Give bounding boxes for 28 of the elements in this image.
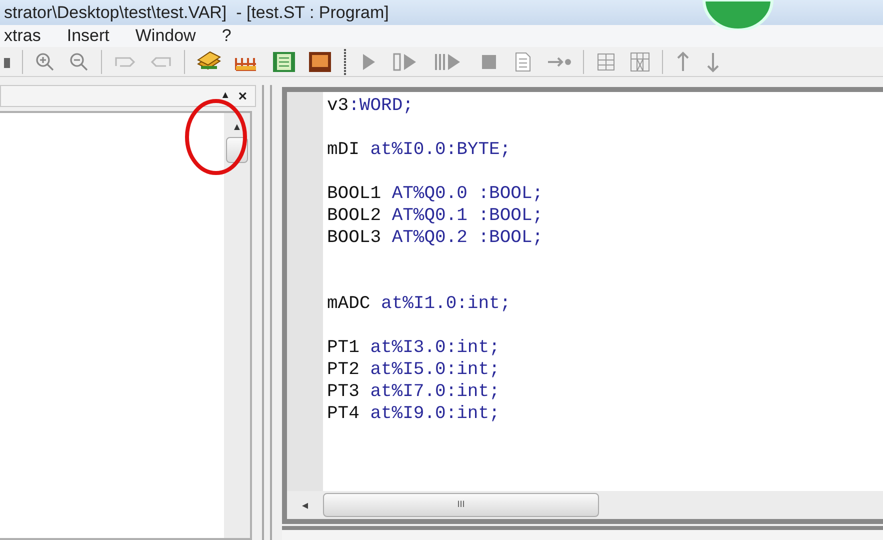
code-line: PT2 at%I5.0:int; (327, 359, 501, 381)
menu-item[interactable]: xtras (4, 23, 41, 49)
vertical-scrollbar[interactable]: ▲ (224, 113, 250, 538)
grip-icon (343, 48, 347, 74)
code-line: mADC at%I1.0:int; (327, 293, 512, 315)
menu-item[interactable]: ? (222, 23, 232, 49)
splitter-bar[interactable] (262, 85, 272, 540)
close-button[interactable]: × (238, 88, 247, 104)
code-line: PT4 at%I9.0:int; (327, 403, 501, 425)
code-line: v3:WORD; (327, 95, 414, 117)
code-line: PT3 at%I7.0:int; (327, 381, 501, 403)
code-line: BOOL2 AT%Q0.1 :BOOL; (327, 205, 544, 227)
scroll-up-arrow[interactable]: ▲ (232, 123, 242, 133)
panel-icon[interactable] (271, 50, 297, 74)
code-line: mDI at%I0.0:BYTE; (327, 139, 512, 161)
code-line: BOOL3 AT%Q0.2 :BOOL; (327, 227, 544, 249)
menu-item[interactable]: Window (135, 23, 196, 49)
scroll-left-arrow[interactable]: ◂ (287, 496, 323, 514)
code-line: BOOL1 AT%Q0.0 :BOOL; (327, 183, 544, 205)
collapse-button[interactable]: ▲ (220, 91, 230, 101)
monitor-icon[interactable] (307, 50, 333, 74)
horizontal-scrollbar[interactable]: ◂ III (287, 491, 883, 519)
code-line: PT1 at%I3.0:int; (327, 337, 501, 359)
window-title: strator\Desktop\test\test.VAR] - [test.ST : Program] (4, 2, 389, 24)
round-badge-icon (700, 0, 776, 30)
table-icon[interactable] (628, 50, 652, 74)
scrollbar-thumb[interactable]: III (323, 493, 599, 517)
menu-item[interactable]: Insert (66, 23, 110, 49)
